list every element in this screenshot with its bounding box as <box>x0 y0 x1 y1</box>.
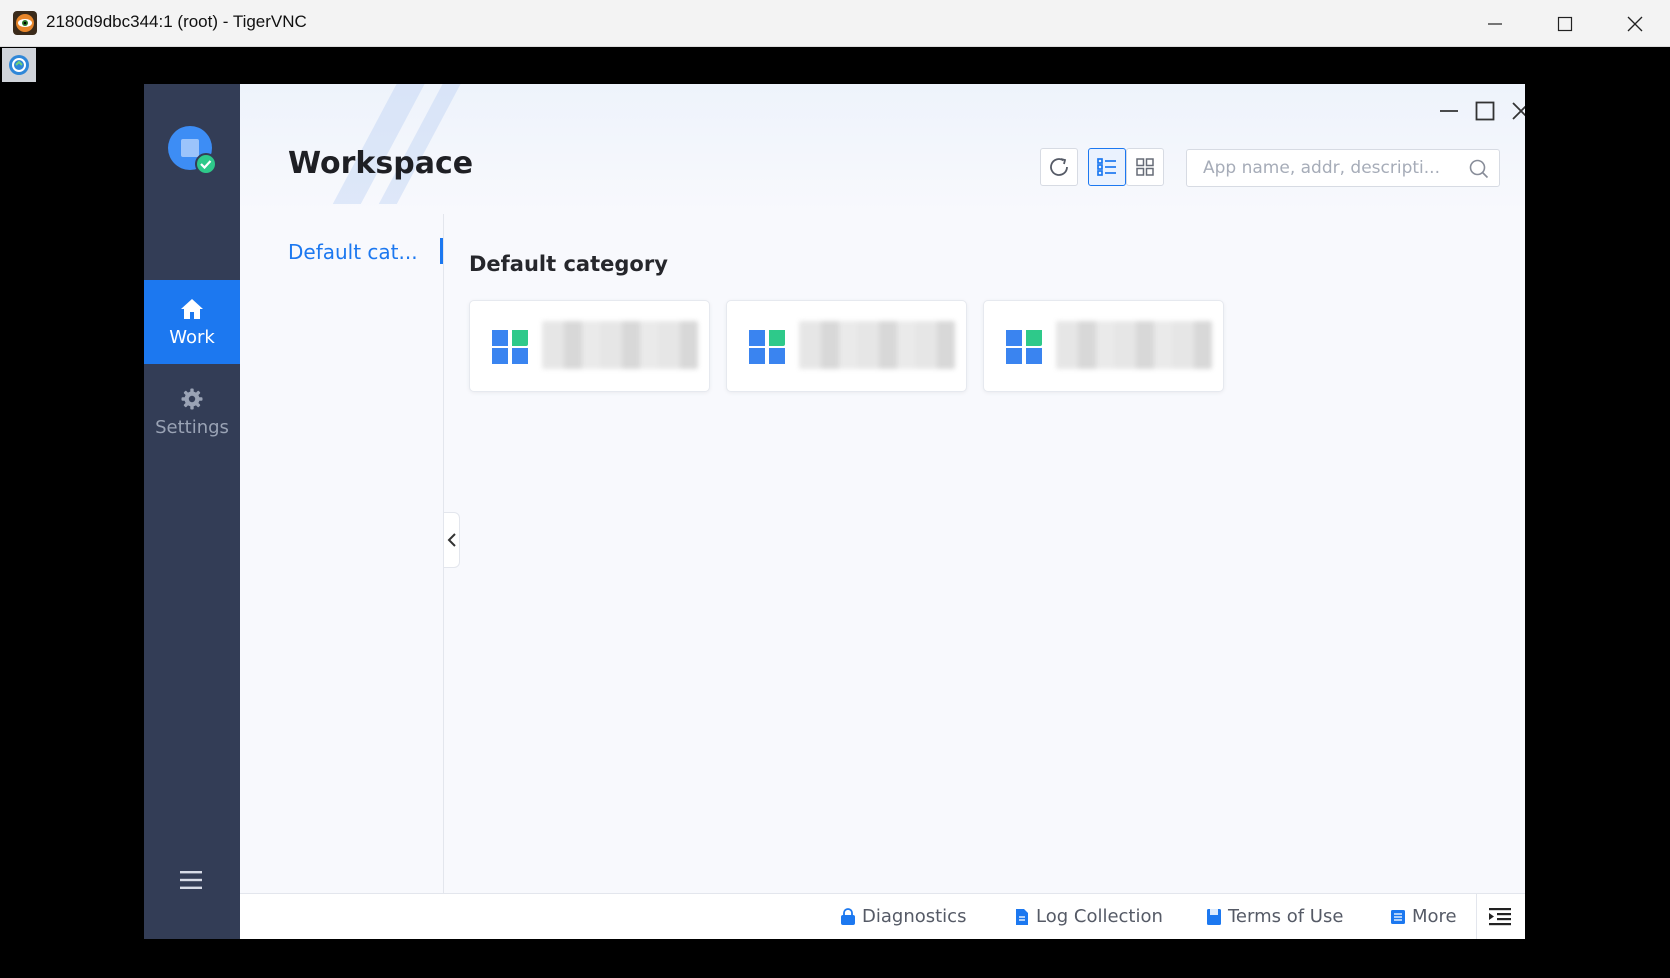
minimize-button[interactable] <box>1460 0 1530 47</box>
grid-view-icon <box>1136 158 1154 176</box>
collapse-panel-button[interactable] <box>444 512 460 568</box>
sidebar: Work Settings <box>144 84 240 939</box>
minimize-icon <box>1488 22 1502 25</box>
close-icon <box>1627 16 1643 31</box>
chevron-left-icon <box>447 533 456 547</box>
app-maximize-button[interactable] <box>1470 96 1500 126</box>
app-name-redacted <box>799 321 955 369</box>
footer-divider <box>1476 894 1477 939</box>
list-icon <box>1391 909 1405 924</box>
search-box <box>1186 149 1500 187</box>
gear-icon <box>181 388 203 409</box>
home-icon <box>181 298 203 319</box>
app-logo-icon <box>168 126 217 175</box>
category-active-indicator <box>440 238 443 264</box>
search-input[interactable] <box>1187 150 1467 186</box>
maximize-button[interactable] <box>1530 0 1600 47</box>
app-name-redacted <box>542 321 698 369</box>
footer-link-label: Log Collection <box>1036 906 1163 927</box>
refresh-button[interactable] <box>1040 148 1078 186</box>
vnc-status-icon <box>9 55 29 75</box>
terms-of-use-link[interactable]: Terms of Use <box>1206 906 1343 927</box>
document-icon <box>1016 908 1028 925</box>
main-content: Workspace App name, addr, descripti... D… <box>240 84 1525 939</box>
footer-link-label: Terms of Use <box>1228 906 1344 927</box>
window-title: 2180d9dbc344:1 (root) - TigerVNC <box>46 12 307 31</box>
book-icon <box>1207 908 1221 925</box>
app-card[interactable] <box>469 300 710 392</box>
app-card[interactable] <box>983 300 1224 392</box>
windows-app-icon <box>492 330 528 364</box>
workspace-app-window: Work Settings Workspace App name, addr, … <box>144 84 1525 939</box>
collapse-footer-icon[interactable] <box>1488 906 1512 928</box>
refresh-icon <box>1050 158 1068 176</box>
diagnostics-link[interactable]: Diagnostics <box>840 906 966 927</box>
log-collection-link[interactable]: Log Collection <box>1014 906 1163 927</box>
app-name-redacted <box>1056 321 1212 369</box>
section-title: Default category <box>469 252 668 276</box>
category-panel: Default cat... <box>240 214 444 894</box>
maximize-icon <box>1475 101 1495 121</box>
app-close-button[interactable] <box>1506 96 1525 126</box>
vnc-options-button[interactable] <box>2 48 36 82</box>
footer-link-label: Diagnostics <box>862 906 967 927</box>
search-icon[interactable] <box>1469 159 1489 179</box>
sidebar-item-label: Work <box>169 326 215 348</box>
sidebar-item-work[interactable]: Work <box>144 280 240 364</box>
page-title: Workspace <box>288 146 474 181</box>
footer-bar: Diagnostics Log Collection Terms of Use <box>240 893 1525 939</box>
close-icon <box>1512 102 1525 120</box>
menu-icon[interactable] <box>178 868 204 892</box>
list-view-icon <box>1097 158 1116 176</box>
close-button[interactable] <box>1600 0 1670 47</box>
vnc-title-bar: 2180d9dbc344:1 (root) - TigerVNC <box>0 0 1670 47</box>
category-item-default[interactable]: Default cat... <box>288 240 418 264</box>
windows-app-icon <box>749 330 785 364</box>
minimize-icon <box>1440 110 1458 112</box>
tigervnc-logo-icon <box>13 11 37 35</box>
grid-view-button[interactable] <box>1126 148 1164 186</box>
maximize-icon <box>1557 16 1573 31</box>
footer-link-label: More <box>1412 906 1457 927</box>
more-link[interactable]: More <box>1390 906 1457 927</box>
windows-app-icon <box>1006 330 1042 364</box>
sidebar-item-settings[interactable]: Settings <box>144 370 240 454</box>
list-view-button[interactable] <box>1088 148 1126 186</box>
app-card[interactable] <box>726 300 967 392</box>
app-minimize-button[interactable] <box>1434 96 1464 126</box>
lock-icon <box>841 907 855 925</box>
sidebar-item-label: Settings <box>155 416 229 438</box>
